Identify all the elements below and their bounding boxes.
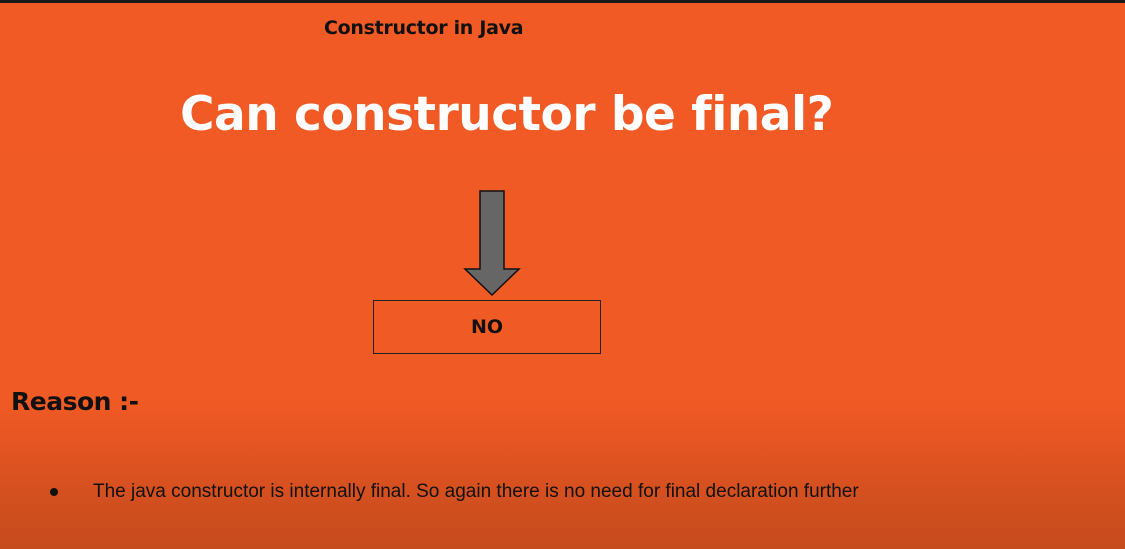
bullet-item: The java constructor is internally final… (50, 481, 859, 503)
down-arrow-icon (463, 190, 521, 297)
answer-text: NO (470, 316, 504, 338)
bullet-text: The java constructor is internally final… (93, 481, 859, 502)
slide-title: Can constructor be final? (180, 87, 834, 142)
reason-heading: Reason :- (11, 387, 139, 416)
slide-subtitle: Constructor in Java (324, 17, 524, 39)
bullet-icon (50, 488, 58, 496)
answer-box: NO (373, 300, 601, 354)
